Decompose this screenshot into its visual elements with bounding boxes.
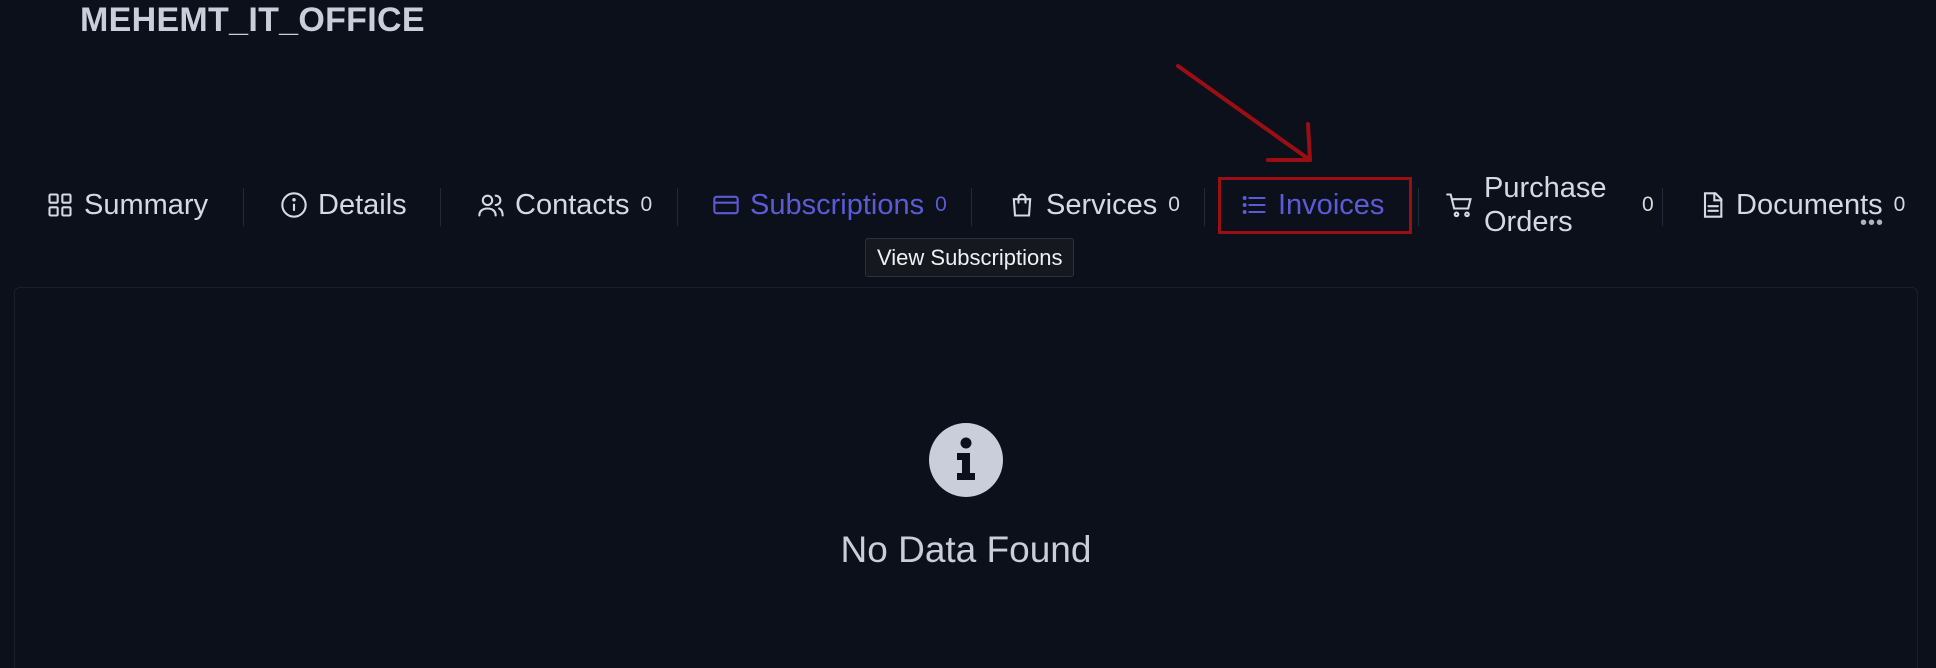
- tooltip: View Subscriptions: [865, 238, 1075, 277]
- users-icon: [477, 191, 505, 219]
- tab-contacts[interactable]: Contacts 0: [477, 168, 652, 242]
- tab-label: Subscriptions: [750, 188, 925, 221]
- file-icon: [1698, 191, 1726, 219]
- tab-divider: [243, 188, 244, 226]
- tab-label: Details: [318, 188, 407, 221]
- tab-summary[interactable]: Summary: [46, 168, 208, 242]
- content-panel: No Data Found: [14, 287, 1918, 668]
- tab-count: 0: [640, 193, 653, 216]
- info-circle-icon: [280, 191, 308, 219]
- tab-purchase-orders[interactable]: Purchase Orders 0: [1446, 168, 1654, 242]
- tab-label: Summary: [84, 188, 209, 221]
- tab-count: 0: [935, 193, 947, 216]
- tab-divider: [1418, 188, 1419, 226]
- shopping-bag-icon: [1008, 191, 1036, 219]
- more-tabs-icon[interactable]: •••: [1860, 213, 1884, 233]
- tab-divider: [677, 188, 678, 226]
- info-icon: [928, 422, 1004, 503]
- tab-label: Services: [1046, 188, 1158, 221]
- tab-divider: [1662, 188, 1663, 226]
- tab-services[interactable]: Services 0: [1008, 168, 1180, 242]
- grid-icon: [46, 191, 74, 219]
- page: MEHEMT_IT_OFFICE Summary Details Contact…: [0, 0, 1936, 668]
- tab-details[interactable]: Details: [280, 168, 407, 242]
- tab-divider: [440, 188, 441, 226]
- cart-icon: [1446, 191, 1474, 219]
- tab-count: 0: [1642, 193, 1654, 216]
- tab-divider: [1204, 188, 1205, 226]
- credit-card-icon: [712, 191, 740, 219]
- annotation-highlight-box: [1218, 177, 1412, 234]
- empty-state-message: No Data Found: [840, 529, 1092, 570]
- empty-state: No Data Found: [15, 422, 1917, 571]
- tab-count: 0: [1168, 193, 1180, 216]
- tab-label: Contacts: [515, 188, 630, 221]
- tab-bar: Summary Details Contacts 0 Subscriptions…: [34, 168, 1914, 242]
- tab-divider: [971, 188, 972, 226]
- tab-count: 0: [1893, 193, 1906, 216]
- tab-label: Purchase Orders: [1484, 172, 1607, 238]
- tab-subscriptions[interactable]: Subscriptions 0: [712, 168, 947, 242]
